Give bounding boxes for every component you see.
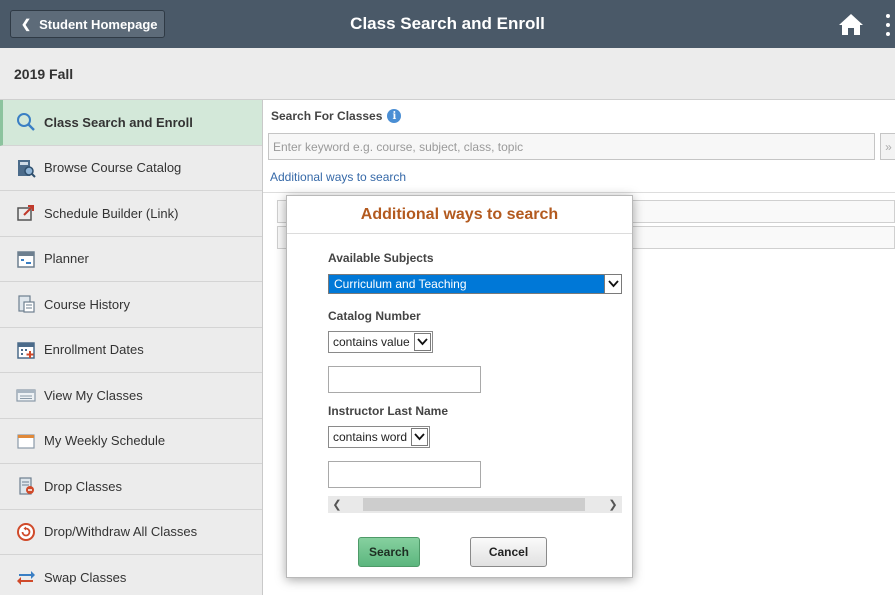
additional-search-modal: Additional ways to search Available Subj… xyxy=(286,195,633,578)
sidebar-item-label: Class Search and Enroll xyxy=(44,114,193,130)
search-button[interactable]: Search xyxy=(358,537,420,567)
search-icon xyxy=(17,113,35,132)
sidebar-item-schedule-builder[interactable]: Schedule Builder (Link) xyxy=(0,191,262,237)
sidebar-item-swap-classes[interactable]: Swap Classes xyxy=(0,555,262,595)
sidebar-item-label: Course History xyxy=(44,296,130,312)
student-homepage-label: Student Homepage xyxy=(39,16,158,32)
cancel-button[interactable]: Cancel xyxy=(470,537,547,567)
subject-select[interactable]: Curriculum and Teaching xyxy=(328,274,622,294)
sidebar-nav: Class Search and Enroll Browse Course Ca… xyxy=(0,100,263,595)
sidebar-item-drop-classes[interactable]: Drop Classes xyxy=(0,464,262,510)
drop-icon xyxy=(19,477,34,495)
search-for-classes-heading: Search For Classes i xyxy=(271,109,402,123)
sidebar-item-label: View My Classes xyxy=(44,387,143,403)
catalog-icon xyxy=(18,159,36,178)
catalog-operator-select[interactable]: contains value xyxy=(328,331,433,353)
sidebar-item-label: Drop Classes xyxy=(44,478,123,494)
sidebar-item-class-search[interactable]: Class Search and Enroll xyxy=(0,100,262,146)
catalog-number-input[interactable] xyxy=(328,366,481,393)
sidebar-item-view-my-classes[interactable]: View My Classes xyxy=(0,373,262,419)
sidebar-item-browse-catalog[interactable]: Browse Course Catalog xyxy=(0,146,262,191)
sidebar-item-label: Planner xyxy=(44,251,89,267)
sidebar-item-label: My Weekly Schedule xyxy=(44,433,166,449)
scroll-left-icon[interactable]: ❮ xyxy=(328,496,346,513)
student-homepage-button[interactable]: ❮ Student Homepage xyxy=(10,10,165,38)
search-for-classes-label: Search For Classes xyxy=(271,109,383,123)
sidebar-item-label: Enrollment Dates xyxy=(44,342,144,358)
chevron-left-icon: ❮ xyxy=(21,17,32,31)
divider xyxy=(263,192,895,193)
header-bar: ❮ Student Homepage Class Search and Enro… xyxy=(0,0,895,48)
instructor-last-name-label: Instructor Last Name xyxy=(328,404,449,418)
available-subjects-label: Available Subjects xyxy=(328,251,434,265)
keyword-search-input[interactable] xyxy=(268,133,875,160)
sidebar-item-weekly-schedule[interactable]: My Weekly Schedule xyxy=(0,419,262,464)
sidebar-item-drop-withdraw-all[interactable]: Drop/Withdraw All Classes xyxy=(0,510,262,555)
term-bar: 2019 Fall xyxy=(0,48,895,100)
weekly-calendar-icon xyxy=(17,434,35,449)
horizontal-scrollbar[interactable]: ❮ ❯ xyxy=(328,496,622,513)
sidebar-item-label: Browse Course Catalog xyxy=(44,160,182,176)
sidebar-item-course-history[interactable]: Course History xyxy=(0,282,262,328)
scroll-right-icon[interactable]: ❯ xyxy=(604,496,622,513)
chevron-down-icon xyxy=(413,333,431,351)
swap-icon xyxy=(17,571,35,586)
sidebar-item-planner[interactable]: Planner xyxy=(0,237,262,282)
external-link-icon xyxy=(17,205,34,221)
sidebar-item-label: Drop/Withdraw All Classes xyxy=(44,524,198,540)
keyword-search-go-button[interactable]: » xyxy=(880,133,895,160)
sidebar-item-label: Schedule Builder (Link) xyxy=(44,205,179,221)
instructor-operator-select[interactable]: contains word xyxy=(328,426,431,448)
info-icon[interactable]: i xyxy=(387,109,402,123)
home-icon[interactable] xyxy=(838,12,864,36)
more-vertical-icon[interactable] xyxy=(886,14,892,36)
calendar-list-icon xyxy=(16,389,36,402)
chevron-down-icon xyxy=(604,275,621,293)
modal-title: Additional ways to search xyxy=(287,196,632,234)
term-label: 2019 Fall xyxy=(14,66,74,82)
chevron-down-icon xyxy=(411,428,429,446)
instructor-last-name-input[interactable] xyxy=(328,461,481,488)
catalog-number-label: Catalog Number xyxy=(328,309,421,323)
instructor-operator-value: contains word xyxy=(333,430,408,444)
additional-ways-link[interactable]: Additional ways to search xyxy=(270,170,406,184)
withdraw-icon xyxy=(17,522,35,541)
subject-selected-value: Curriculum and Teaching xyxy=(334,277,467,291)
sidebar-item-enrollment-dates[interactable]: Enrollment Dates xyxy=(0,328,262,373)
sidebar-item-label: Swap Classes xyxy=(44,569,127,585)
planner-icon xyxy=(17,251,35,268)
catalog-operator-value: contains value xyxy=(333,335,410,349)
course-history-icon xyxy=(18,295,35,313)
scrollbar-thumb[interactable] xyxy=(363,498,585,511)
calendar-add-icon xyxy=(17,342,35,359)
